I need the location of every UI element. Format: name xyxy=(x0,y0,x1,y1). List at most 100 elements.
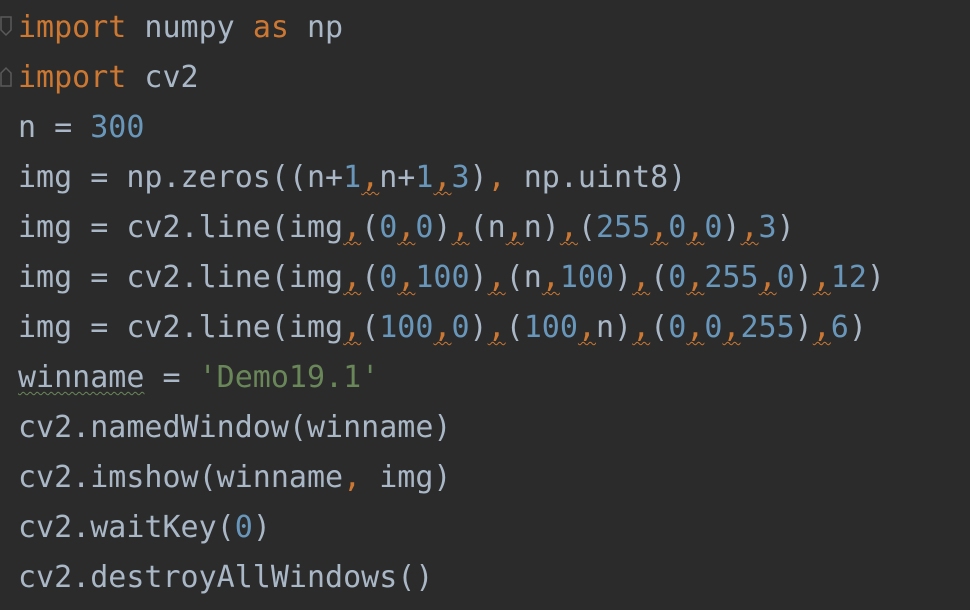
code-token: np xyxy=(288,10,344,45)
code-token: 100 xyxy=(559,260,615,295)
code-token: , xyxy=(577,310,596,345)
code-token: , xyxy=(686,210,705,245)
code-token: n+ xyxy=(379,160,416,195)
code-token: , xyxy=(343,460,362,495)
code-token: ( xyxy=(650,260,669,295)
code-token: 300 xyxy=(90,110,145,145)
code-token: , xyxy=(686,310,705,345)
code-token: 0 xyxy=(379,260,398,295)
code-token: , xyxy=(812,260,831,295)
code-token: ) xyxy=(722,210,741,245)
code-token: ) xyxy=(469,260,488,295)
code-token: 1 xyxy=(343,160,362,195)
code-token: , xyxy=(487,260,506,295)
code-line-2[interactable]: import cv2 xyxy=(18,53,199,103)
code-token: , xyxy=(487,160,506,195)
code-token: 1 xyxy=(415,160,434,195)
code-line-1[interactable]: import numpy as np xyxy=(18,3,343,53)
code-line-7[interactable]: img = cv2.line(img,(100,0),(100,n),(0,0,… xyxy=(18,303,867,353)
code-token: , xyxy=(505,210,524,245)
code-token: , xyxy=(397,260,416,295)
fold-end-marker-icon[interactable] xyxy=(0,61,12,87)
code-token: cv2.waitKey( xyxy=(18,510,235,545)
code-token: ( xyxy=(361,210,380,245)
code-token: , xyxy=(487,310,506,345)
code-token: ) xyxy=(848,310,867,345)
code-token: n) xyxy=(595,310,633,345)
code-token: 0 xyxy=(668,310,687,345)
code-token: 'Demo19.1' xyxy=(198,360,380,395)
code-token: , xyxy=(758,260,777,295)
code-line-10[interactable]: cv2.imshow(winname, img) xyxy=(18,453,451,503)
code-token: cv2.namedWindow(winname) xyxy=(18,410,452,445)
code-line-4[interactable]: img = np.zeros((n+1,n+1,3), np.uint8) xyxy=(18,153,686,203)
code-token: 3 xyxy=(451,160,470,195)
code-token: cv2.imshow(winname xyxy=(18,460,344,495)
code-token: img) xyxy=(361,460,452,495)
code-token: 3 xyxy=(758,210,777,245)
code-token: 12 xyxy=(830,260,867,295)
code-token: ) xyxy=(469,310,488,345)
code-token: , xyxy=(650,210,669,245)
code-token: , xyxy=(397,210,416,245)
code-token: n = xyxy=(18,110,91,145)
code-line-8[interactable]: winname = 'Demo19.1' xyxy=(18,353,379,403)
code-token: 0 xyxy=(415,210,434,245)
code-token: , xyxy=(541,260,560,295)
code-token: np.uint8) xyxy=(505,160,687,195)
code-token: cv2 xyxy=(126,60,199,95)
code-token: ( xyxy=(577,210,596,245)
code-token: , xyxy=(632,260,651,295)
code-line-12[interactable]: cv2.destroyAllWindows() xyxy=(18,553,433,603)
code-token: ) xyxy=(794,310,813,345)
code-token: , xyxy=(632,310,651,345)
code-line-3[interactable]: n = 300 xyxy=(18,103,144,153)
code-token: cv2.destroyAllWindows() xyxy=(18,560,434,595)
code-token: , xyxy=(361,160,380,195)
code-token: img = cv2.line(img xyxy=(18,310,344,345)
code-token: , xyxy=(433,160,452,195)
code-token: , xyxy=(559,210,578,245)
code-token: ) xyxy=(866,260,885,295)
code-token: ( xyxy=(361,310,380,345)
code-line-9[interactable]: cv2.namedWindow(winname) xyxy=(18,403,451,453)
code-token: (n xyxy=(469,210,506,245)
code-token: ) xyxy=(469,160,488,195)
code-token: = xyxy=(144,360,199,395)
code-token: numpy xyxy=(126,10,253,45)
code-token: img = np.zeros((n+ xyxy=(18,160,344,195)
code-line-6[interactable]: img = cv2.line(img,(0,100),(n,100),(0,25… xyxy=(18,253,885,303)
code-token: ) xyxy=(252,510,271,545)
code-token: 6 xyxy=(830,310,849,345)
code-token: 0 xyxy=(234,510,253,545)
code-token: , xyxy=(451,210,470,245)
code-token: 0 xyxy=(668,210,687,245)
code-token: (n xyxy=(505,260,542,295)
code-line-11[interactable]: cv2.waitKey(0) xyxy=(18,503,271,553)
code-token: 255 xyxy=(704,260,759,295)
code-token: ) xyxy=(794,260,813,295)
code-token: 255 xyxy=(595,210,651,245)
code-line-5[interactable]: img = cv2.line(img,(0,0),(n,n),(255,0,0)… xyxy=(18,203,795,253)
code-token: 255 xyxy=(740,310,795,345)
code-token: , xyxy=(812,310,831,345)
code-token: 0 xyxy=(776,260,795,295)
code-token: import xyxy=(18,60,127,95)
code-token: as xyxy=(252,10,289,45)
code-token: , xyxy=(343,210,362,245)
code-token: img = cv2.line(img xyxy=(18,260,344,295)
code-token: 100 xyxy=(379,310,434,345)
code-editor[interactable]: import numpy as np import cv2 n = 300 im… xyxy=(0,0,970,610)
code-token: 100 xyxy=(415,260,470,295)
code-token: ( xyxy=(361,260,380,295)
code-token: ( xyxy=(650,310,669,345)
code-token: ) xyxy=(614,260,633,295)
code-token: 100 xyxy=(523,310,578,345)
code-token: 0 xyxy=(704,210,723,245)
code-token: import xyxy=(18,10,127,45)
code-token: 0 xyxy=(379,210,398,245)
code-token: , xyxy=(686,260,705,295)
code-token: , xyxy=(343,260,362,295)
fold-marker-icon[interactable] xyxy=(0,16,12,42)
code-token: img = cv2.line(img xyxy=(18,210,344,245)
